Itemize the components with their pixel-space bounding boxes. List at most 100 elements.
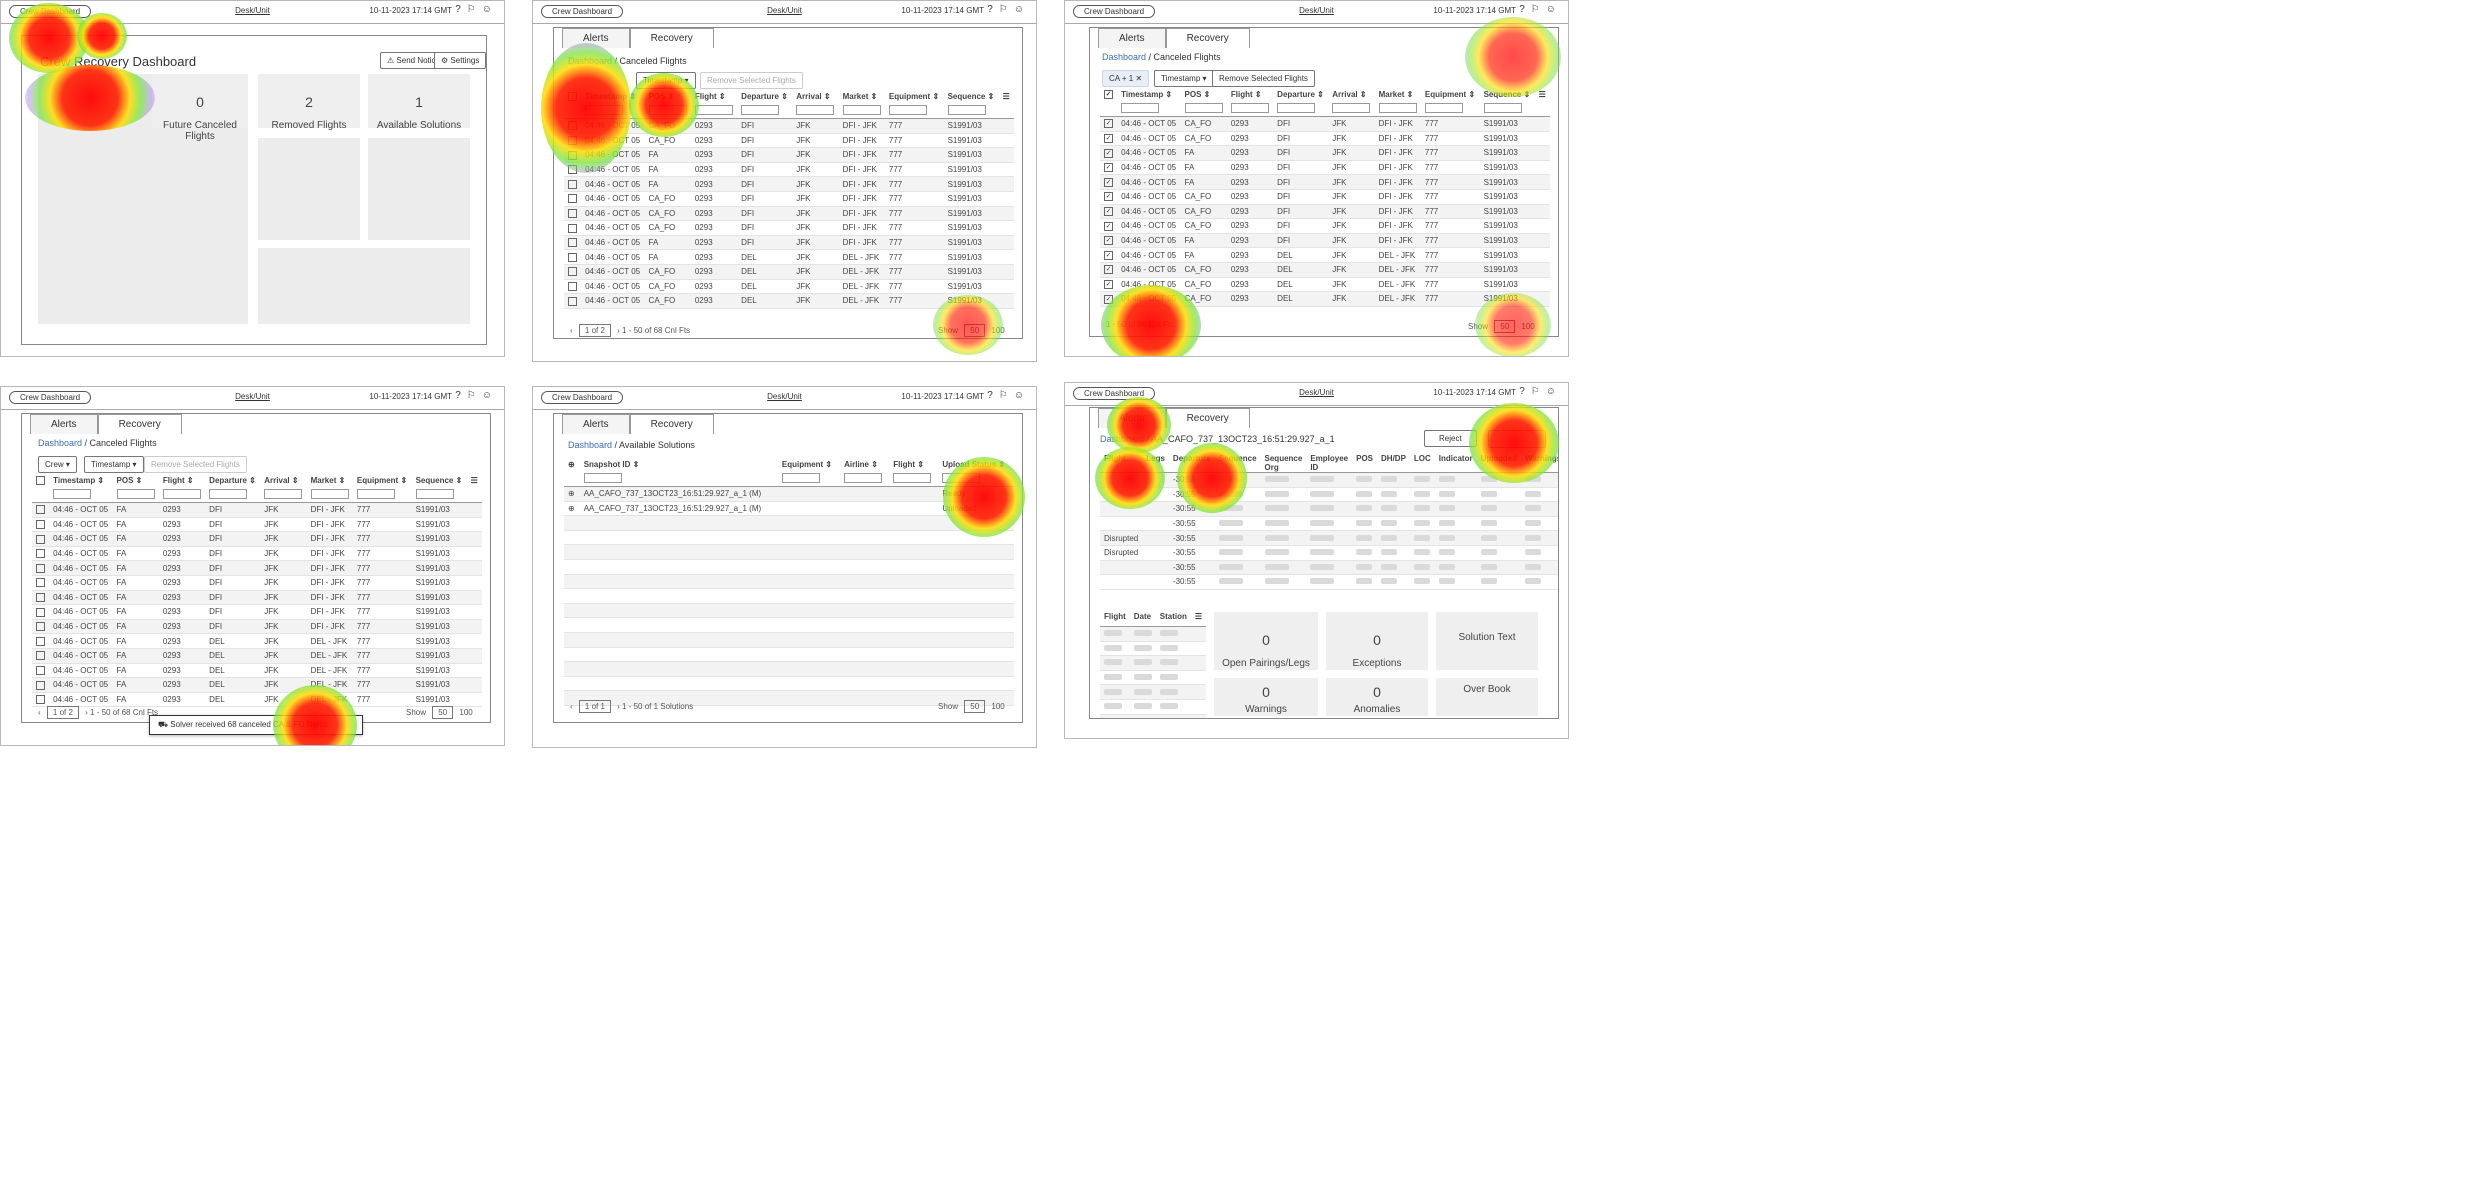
select-all-checkbox[interactable]: ✓ [1104, 90, 1113, 100]
column-filter-input[interactable] [1332, 103, 1371, 113]
row-checkbox[interactable]: ✓ [1104, 119, 1113, 129]
expand-row-icon[interactable]: ⊕ [564, 501, 580, 517]
table-row[interactable] [1100, 641, 1207, 657]
help-bell-user-icons[interactable]: ?⚐☺ [1519, 386, 1562, 397]
table-row[interactable]: -30:55 [1100, 472, 1558, 488]
column-header[interactable]: Uploaded [1476, 454, 1522, 473]
column-filter-input[interactable] [1184, 103, 1223, 113]
row-checkbox[interactable]: ✓ [1104, 280, 1113, 290]
table-row[interactable]: 04:46 - OCT 05 FA 0293 DEL JFK DEL - JFK 777 S1… [32, 677, 482, 693]
column-filter-input[interactable] [162, 489, 201, 499]
row-select-cell[interactable]: ✓ [1100, 247, 1118, 263]
row-select-cell[interactable] [32, 677, 50, 693]
table-row[interactable]: 04:46 - OCT 05 CA_FO 0293 DFI JFK DFI - JFK 77… [564, 133, 1014, 149]
row-select-cell[interactable]: ✓ [1100, 116, 1118, 132]
row-checkbox[interactable] [568, 194, 577, 204]
column-header[interactable]: Market ⇕ [1374, 90, 1421, 117]
row-select-cell[interactable] [564, 118, 582, 134]
row-select-cell[interactable] [32, 531, 50, 547]
table-row[interactable]: -30:55 [1100, 501, 1558, 517]
column-menu-icon[interactable]: ☰ [466, 476, 482, 503]
tab-recovery[interactable]: Recovery [1165, 28, 1250, 48]
column-filter-input[interactable] [264, 489, 303, 499]
column-header[interactable]: Arrival ⇕ [792, 92, 839, 119]
table-row[interactable]: 04:46 - OCT 05 FA 0293 DFI JFK DFI - JFK 777 S1… [32, 590, 482, 606]
column-header[interactable]: Legs [1142, 454, 1169, 473]
table-row[interactable] [1100, 626, 1207, 642]
desk-unit-link[interactable]: Desk/Unit [235, 392, 270, 401]
table-row[interactable] [1100, 714, 1207, 718]
table-row[interactable]: -30:55 [1100, 574, 1558, 590]
table-row[interactable]: -30:55 [1100, 516, 1558, 532]
anomalies-card[interactable]: 0 Anomalies [1326, 678, 1428, 716]
row-select-cell[interactable] [32, 575, 50, 591]
table-row[interactable]: 04:46 - OCT 05 FA 0293 DEL JFK DEL - JFK 777 S1… [564, 249, 1014, 265]
column-filter-input[interactable] [781, 473, 820, 483]
remove-selected-button[interactable]: Remove Selected Flights [144, 456, 247, 473]
removed-flights-card[interactable]: 2 Removed Flights [258, 74, 360, 131]
tab-recovery[interactable]: Recovery [629, 28, 714, 48]
table-row[interactable]: ⊕ AA_CAFO_737_13OCT23_16:51:29.927_a_1 (M… [564, 486, 1014, 502]
column-filter-input[interactable] [842, 105, 881, 115]
row-select-cell[interactable] [32, 560, 50, 576]
table-row[interactable]: ✓ 04:46 - OCT 05 FA 0293 DFI JFK DFI - JFK 777 S… [1100, 160, 1550, 176]
column-header[interactable]: Sequence ⇕ [943, 92, 999, 119]
table-row[interactable]: 04:46 - OCT 05 FA 0293 DFI JFK DFI - JFK 777 S1… [32, 560, 482, 576]
column-header[interactable]: Departure ⇕ [205, 476, 261, 503]
warnings-card[interactable]: 0 Warnings [1214, 678, 1318, 716]
column-header[interactable]: Sequence ⇕ [411, 476, 467, 503]
desk-unit-link[interactable]: Desk/Unit [235, 6, 270, 15]
row-checkbox[interactable] [568, 267, 577, 277]
row-checkbox[interactable] [36, 695, 45, 705]
column-header[interactable]: LOC [1409, 454, 1435, 473]
crew-dashboard-button[interactable]: Crew Dashboard [541, 5, 624, 18]
crew-dashboard-button[interactable]: Crew Dashboard [9, 391, 92, 404]
help-bell-user-icons[interactable]: ?⚐☺ [987, 390, 1030, 401]
row-select-cell[interactable] [32, 604, 50, 620]
column-filter-input[interactable] [1121, 103, 1160, 113]
row-checkbox[interactable] [36, 607, 45, 617]
table-row[interactable]: 04:46 - OCT 05 FA 0293 DFI JFK DFI - JFK 777 S1… [32, 517, 482, 533]
row-select-cell[interactable] [32, 692, 50, 708]
table-row[interactable]: Disrupted -30:55 [1100, 545, 1558, 561]
column-filter-input[interactable] [53, 489, 92, 499]
column-filter-input[interactable] [1277, 103, 1316, 113]
column-header[interactable]: POS ⇕ [112, 476, 159, 503]
row-select-cell[interactable]: ✓ [1100, 174, 1118, 190]
table-row[interactable]: ✓ 04:46 - OCT 05 CA_FO 0293 DFI JFK DFI - JFK 7… [1100, 131, 1550, 147]
column-filter-input[interactable] [415, 489, 454, 499]
row-checkbox[interactable] [568, 252, 577, 262]
row-checkbox[interactable] [568, 282, 577, 292]
solution-text-card[interactable]: Solution Text [1436, 612, 1538, 670]
row-checkbox[interactable]: ✓ [1104, 236, 1113, 246]
row-checkbox[interactable] [568, 121, 577, 131]
column-header[interactable]: DH/DP [1377, 454, 1410, 473]
row-select-cell[interactable] [564, 220, 582, 236]
row-select-cell[interactable] [564, 191, 582, 207]
column-filter-input[interactable] [310, 489, 349, 499]
table-row[interactable]: 04:46 - OCT 05 CA_FO 0293 DFI JFK DFI - JFK 77… [564, 206, 1014, 222]
table-row[interactable]: 04:46 - OCT 05 CA_FO 0293 DEL JFK DEL - JFK 77… [564, 264, 1014, 280]
exceptions-card[interactable]: 0 Exceptions [1326, 612, 1428, 670]
row-select-cell[interactable]: ✓ [1100, 145, 1118, 161]
crumb-dashboard[interactable]: Dashboard [568, 440, 612, 450]
column-header[interactable]: Timestamp ⇕ [49, 476, 113, 503]
page-size-50[interactable]: 50 [964, 700, 986, 713]
solver-toast[interactable]: ⛟ Solver received 68 canceled CA & FO fl… [149, 715, 363, 735]
column-header[interactable]: Warnings [1521, 454, 1558, 473]
row-select-cell[interactable] [564, 264, 582, 280]
row-select-cell[interactable]: ✓ [1100, 291, 1118, 307]
row-select-cell[interactable] [32, 590, 50, 606]
row-checkbox[interactable]: ✓ [1104, 294, 1113, 304]
row-select-cell[interactable] [32, 648, 50, 664]
row-select-cell[interactable] [32, 517, 50, 533]
row-checkbox[interactable] [568, 179, 577, 189]
column-header[interactable]: Market ⇕ [306, 476, 353, 503]
crumb-dashboard[interactable]: Dashboard [1100, 434, 1144, 444]
column-header[interactable]: Indicator [1434, 454, 1477, 473]
table-row[interactable]: ✓ 04:46 - OCT 05 FA 0293 DFI JFK DFI - JFK 777 S… [1100, 174, 1550, 190]
column-filter-input[interactable] [585, 105, 624, 115]
table-row[interactable]: ⊕ AA_CAFO_737_13OCT23_16:51:29.927_a_1 (M… [564, 501, 1014, 517]
row-checkbox[interactable] [36, 680, 45, 690]
column-filter-input[interactable] [947, 105, 986, 115]
